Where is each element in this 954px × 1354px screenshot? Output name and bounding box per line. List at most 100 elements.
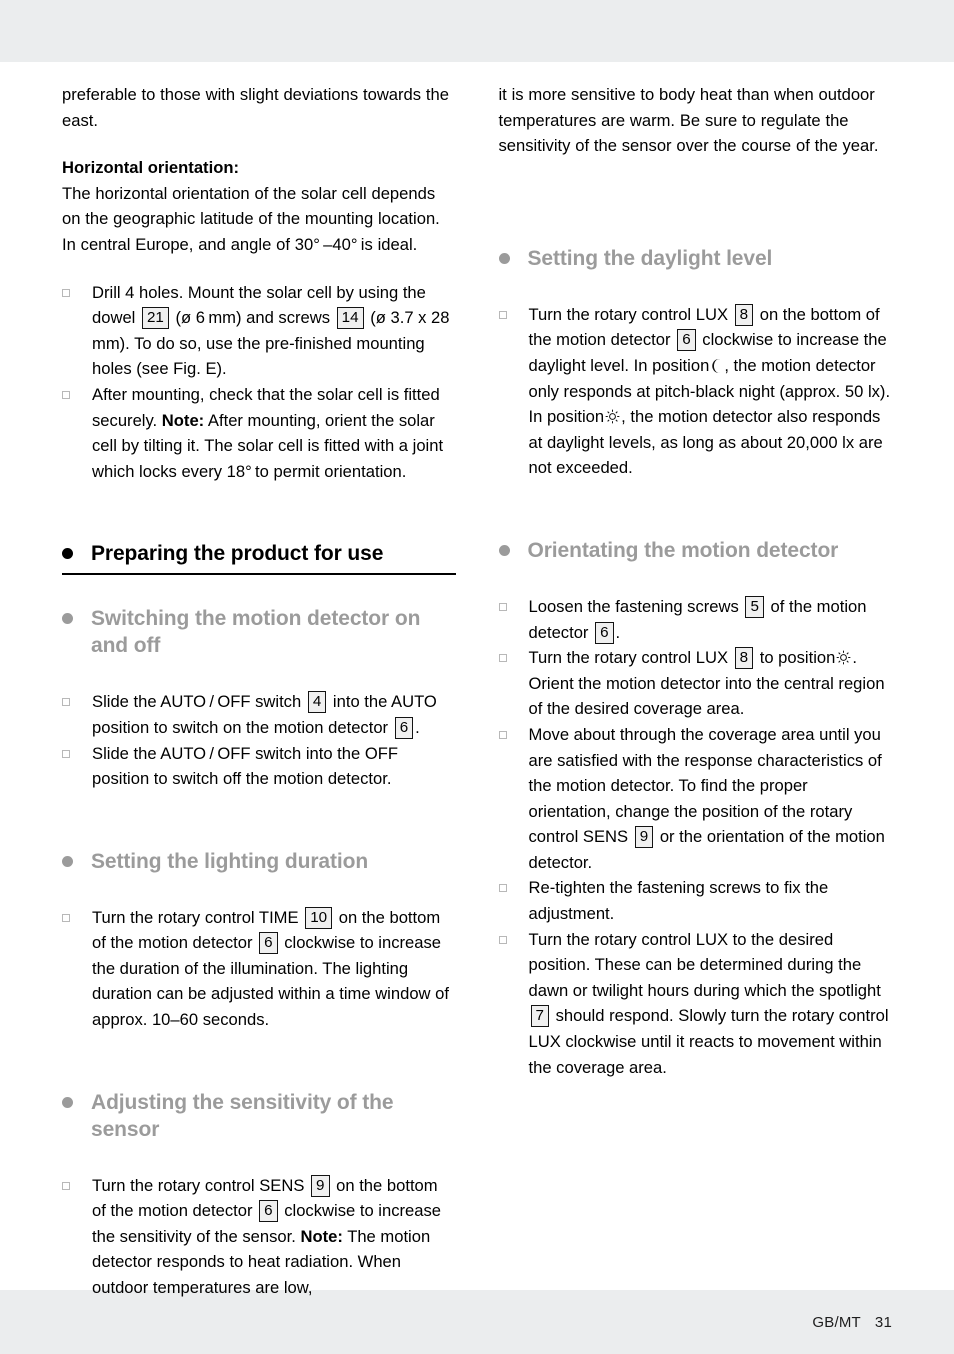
- step-text: .: [615, 622, 621, 642]
- reference-number-badge: 6: [677, 329, 696, 352]
- list-item-text: Turn the rotary control LUX 8 on the bot…: [529, 302, 893, 481]
- right-column: it is more sensitive to body heat than w…: [498, 82, 893, 1301]
- heading-switching-the-motion-detector: Switching the motion detector on and off: [62, 605, 456, 659]
- continued-paragraph: preferable to those with slight deviatio…: [62, 85, 449, 130]
- note-label: Note:: [300, 1226, 343, 1246]
- list-item-text: Re-tighten the fastening screws to fix t…: [528, 878, 829, 924]
- bullet-dot-icon: [62, 613, 73, 625]
- continued-paragraph: it is more sensitive to body heat than w…: [498, 85, 879, 156]
- reference-number-badge: 7: [530, 1005, 549, 1028]
- heading-text: Switching the motion detector on and off: [91, 607, 421, 658]
- daylight-steps-list: Turn the rotary control LUX 8 on the bot…: [498, 302, 893, 481]
- square-bullet-icon: [62, 390, 70, 399]
- square-bullet-icon: [498, 884, 507, 893]
- step-text: Turn the rotary control LUX: [528, 304, 729, 324]
- reference-number-badge: 6: [259, 932, 278, 955]
- step-text: should respond. Slowly turn the rotary c…: [528, 1006, 889, 1077]
- step-text: to position: [759, 648, 836, 668]
- list-item: Turn the rotary control LUX 8 on the bot…: [498, 302, 893, 481]
- bullet-dot-icon: [498, 252, 510, 264]
- switching-steps-list: Slide the AUTO / OFF switch 4 into the A…: [62, 689, 456, 791]
- step-text: Turn the rotary control TIME: [92, 907, 299, 927]
- square-bullet-icon: [62, 698, 70, 707]
- two-column-layout: preferable to those with slight deviatio…: [62, 82, 892, 1301]
- heading-text: Orientating the motion detector: [527, 538, 839, 562]
- list-item-text: Loosen the fastening screws 5 of the mot…: [529, 594, 893, 645]
- reference-number-badge: 6: [394, 716, 414, 739]
- footer-page-number: 31: [874, 1313, 892, 1331]
- page-content: preferable to those with slight deviatio…: [0, 62, 954, 1297]
- reference-number-badge: 6: [595, 621, 614, 644]
- heading-adjusting-the-sensitivity: Adjusting the sensitivity of the sensor: [62, 1089, 456, 1143]
- lighting-duration-steps-list: Turn the rotary control TIME 10 on the b…: [62, 905, 456, 1033]
- bullet-dot-icon: [62, 548, 73, 560]
- list-item-text: Slide the AUTO / OFF switch into the OFF…: [92, 743, 399, 789]
- sun-icon: [605, 406, 620, 424]
- sensitivity-steps-list: Turn the rotary control SENS 9 on the bo…: [62, 1173, 456, 1301]
- list-item: After mounting, check that the solar cel…: [62, 382, 456, 484]
- reference-number-badge: 9: [634, 826, 654, 849]
- list-item-text: Turn the rotary control LUX 8 to positio…: [529, 645, 893, 722]
- list-item: Turn the rotary control TIME 10 on the b…: [62, 905, 456, 1033]
- reference-number-badge: 8: [734, 647, 754, 670]
- reference-number-badge: 8: [734, 303, 754, 326]
- square-bullet-icon: [62, 749, 70, 758]
- list-item: Loosen the fastening screws 5 of the mot…: [498, 594, 893, 645]
- heading-orientating-the-motion-detector: Orientating the motion detector: [498, 537, 893, 564]
- list-item-text: After mounting, check that the solar cel…: [92, 382, 456, 484]
- heading-text: Preparing the product for use: [91, 542, 384, 566]
- orientating-steps-list: Loosen the fastening screws 5 of the mot…: [498, 594, 893, 1081]
- reference-number-badge: 5: [745, 595, 764, 618]
- heading-preparing-the-product-for-use: Preparing the product for use: [62, 540, 456, 576]
- square-bullet-icon: [498, 310, 507, 319]
- list-item: Turn the rotary control LUX 8 to positio…: [498, 645, 893, 722]
- list-item-text: Turn the rotary control LUX to the desir…: [529, 927, 893, 1081]
- square-bullet-icon: [62, 1181, 70, 1190]
- step-text: .: [415, 717, 420, 737]
- list-item-text: Slide the AUTO / OFF switch 4 into the A…: [92, 689, 456, 740]
- step-text: Turn the rotary control LUX: [528, 648, 729, 668]
- reference-number-badge: 9: [311, 1174, 330, 1197]
- square-bullet-icon: [498, 730, 507, 739]
- bullet-dot-icon: [498, 544, 510, 556]
- list-item: Drill 4 holes. Mount the solar cell by u…: [62, 280, 456, 382]
- reference-number-badge: 14: [336, 307, 364, 330]
- step-text: Slide the AUTO / OFF switch: [92, 692, 302, 712]
- list-item: Turn the rotary control LUX to the desir…: [498, 927, 893, 1081]
- list-item: Slide the AUTO / OFF switch into the OFF…: [62, 741, 456, 792]
- list-item: Turn the rotary control SENS 9 on the bo…: [62, 1173, 456, 1301]
- reference-number-badge: 21: [141, 307, 169, 330]
- list-item-text: Turn the rotary control SENS 9 on the bo…: [92, 1173, 456, 1301]
- reference-number-badge: 4: [307, 691, 327, 714]
- footer-language-code: GB/MT: [812, 1313, 861, 1331]
- step-text: Turn the rotary control LUX to the desir…: [528, 929, 881, 1000]
- heading-text: Adjusting the sensitivity of the sensor: [91, 1090, 394, 1141]
- footer-inner: GB/MT 31: [812, 1314, 892, 1331]
- step-text: Loosen the fastening screws: [528, 596, 739, 616]
- step-text: Turn the rotary control SENS: [92, 1175, 305, 1195]
- horizontal-orientation-body: The horizontal orientation of the solar …: [62, 183, 440, 254]
- list-item: Re-tighten the fastening screws to fix t…: [498, 875, 893, 926]
- bullet-dot-icon: [62, 855, 73, 867]
- list-item: Move about through the coverage area unt…: [498, 722, 893, 876]
- step-text: (ø 6 mm) and screws: [175, 308, 331, 328]
- page-footer: GB/MT 31: [0, 1290, 954, 1354]
- list-item-text: Move about through the coverage area unt…: [529, 722, 893, 876]
- list-item-text: Drill 4 holes. Mount the solar cell by u…: [92, 280, 456, 382]
- heading-setting-the-daylight-level: Setting the daylight level: [498, 245, 893, 272]
- list-item-text: Turn the rotary control TIME 10 on the b…: [92, 905, 456, 1033]
- note-label: Note:: [161, 410, 205, 430]
- square-bullet-icon: [498, 602, 507, 611]
- square-bullet-icon: [498, 654, 507, 663]
- heading-text: Setting the lighting duration: [91, 849, 369, 873]
- list-item: Slide the AUTO / OFF switch 4 into the A…: [62, 689, 456, 740]
- mounting-steps-list: Drill 4 holes. Mount the solar cell by u…: [62, 280, 456, 485]
- heading-text: Setting the daylight level: [527, 246, 773, 270]
- bullet-dot-icon: [62, 1096, 73, 1108]
- top-margin-band: [0, 0, 954, 62]
- horizontal-orientation-subheading: Horizontal orientation:: [62, 158, 239, 178]
- square-bullet-icon: [62, 288, 70, 297]
- heading-setting-the-lighting-duration: Setting the lighting duration: [62, 848, 456, 875]
- sun-icon: [836, 647, 851, 665]
- square-bullet-icon: [498, 935, 507, 944]
